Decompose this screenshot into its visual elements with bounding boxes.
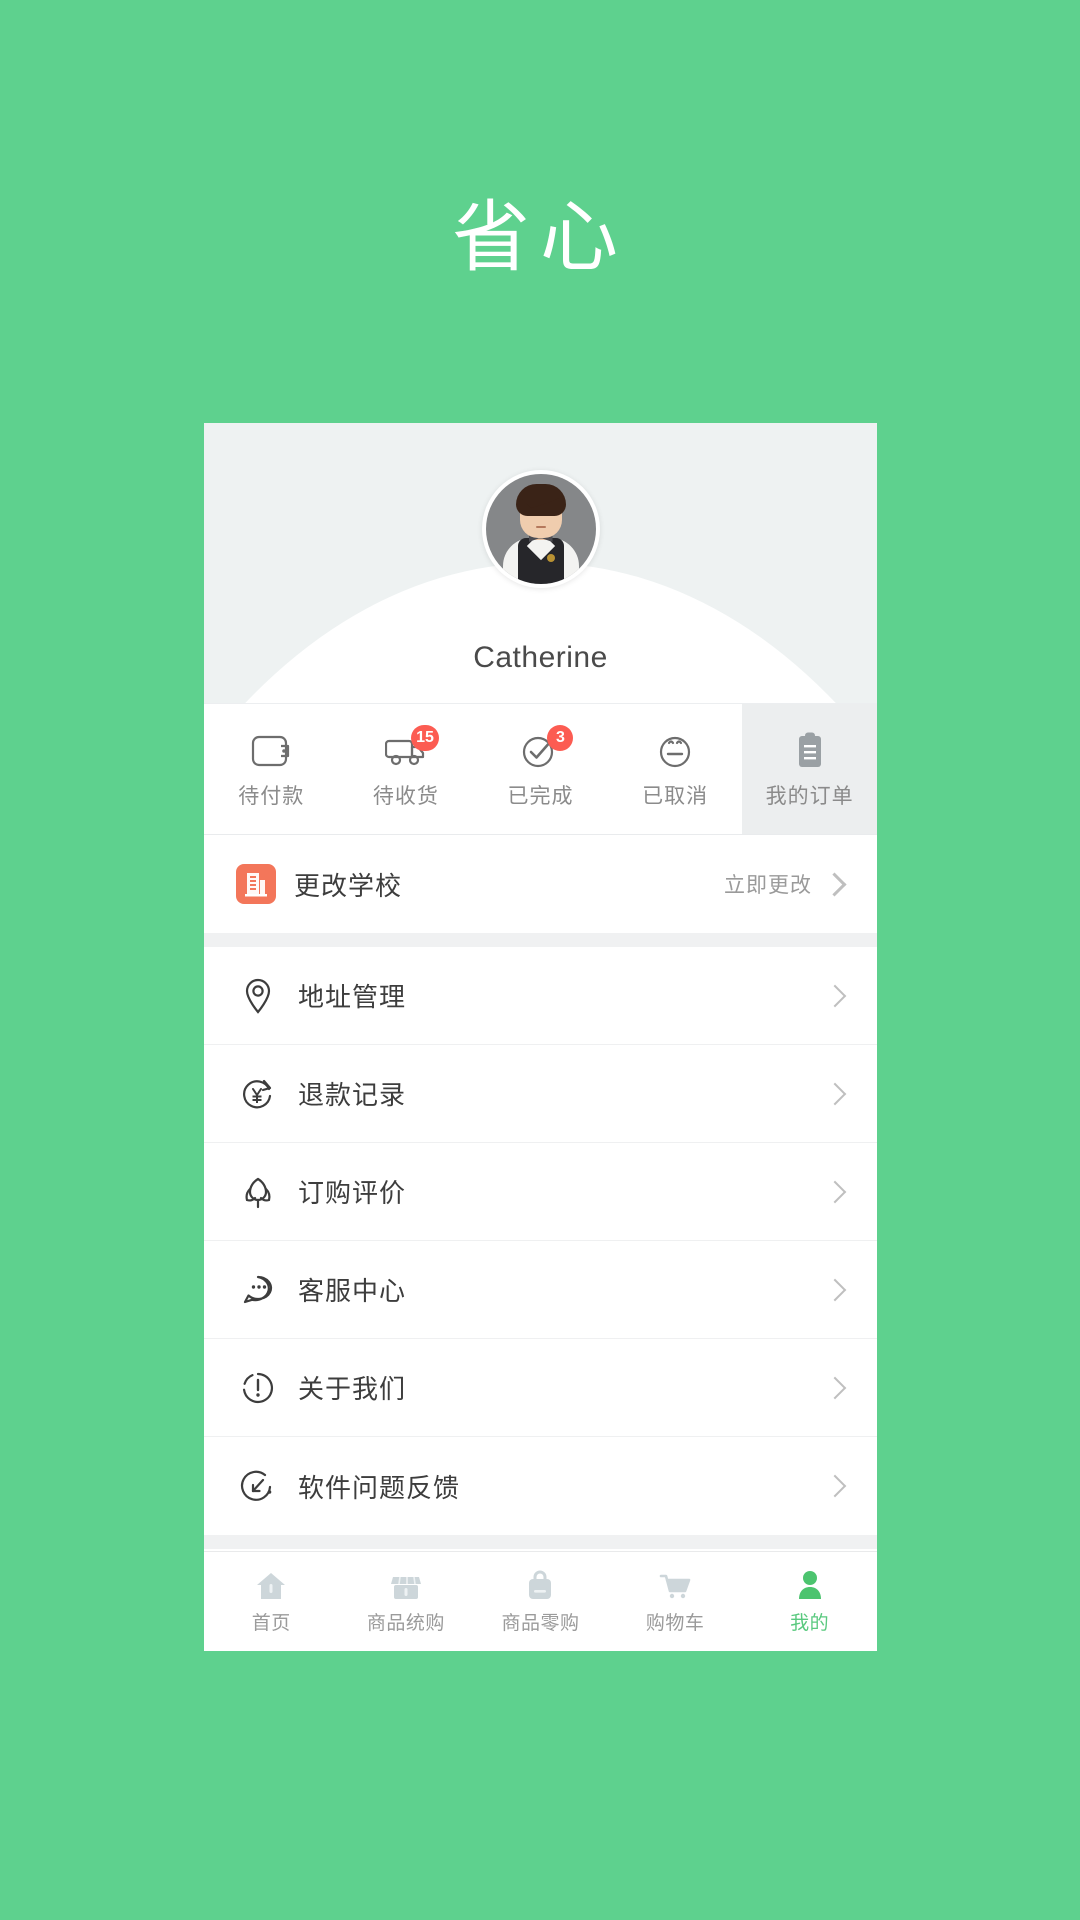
order-tab-badge: 3 [547,725,574,751]
menu-label: 更改学校 [294,870,403,901]
menu-row-refund-records[interactable]: 退款记录 [204,1045,877,1143]
order-tab-label: 我的订单 [765,785,854,808]
avatar-vest [517,531,564,584]
feedback-icon [236,1464,280,1508]
tab-label: 首页 [251,1612,291,1634]
avatar-badge-pin [546,554,555,562]
bottom-navigation: 首页 商品统购 商品零购 购物车 我的 [204,1551,877,1651]
chevron-right-icon [822,871,847,897]
chevron-right-icon [823,1376,847,1399]
order-tab-badge: 15 [411,725,439,751]
menu-label: 关于我们 [298,1374,407,1404]
person-icon [793,1569,827,1603]
tab-home[interactable]: 首页 [204,1552,339,1651]
truck-icon: 15 [383,725,439,774]
chevron-right-icon [823,1278,847,1301]
menu-label: 退款记录 [298,1080,407,1110]
avatar-image [485,474,596,584]
tab-group-purchase[interactable]: 商品统购 [339,1552,474,1651]
tab-shopping-cart[interactable]: 购物车 [608,1552,743,1651]
tab-label: 我的 [790,1612,830,1634]
tab-retail-purchase[interactable]: 商品零购 [473,1552,608,1651]
order-status-bar: 待付款 15 待收货 3 已完成 已取消 我的订单 [204,703,877,835]
username-label: Catherine [473,641,608,674]
order-tab-pending-payment[interactable]: 待付款 [204,704,339,834]
chevron-right-icon [823,1082,847,1105]
wallet-icon [248,728,294,774]
order-tab-completed[interactable]: 3 已完成 [473,704,608,834]
app-screen: Catherine 待付款 15 待收货 3 已完成 已取消 我的订单 更改学校… [204,423,877,1651]
app-logo-text: 省心 [451,193,628,283]
bag-icon [523,1569,557,1603]
menu-label: 客服中心 [298,1276,407,1306]
order-tab-label: 待收货 [372,785,439,808]
chat-bubble-icon [236,1268,280,1312]
cart-icon [658,1569,692,1603]
menu-label: 订购评价 [298,1178,407,1208]
menu-list: 地址管理 退款记录 订购评价 客服中心 关于我们 软件问题反馈 [204,947,877,1535]
bottom-divider [204,1535,877,1549]
building-icon [236,864,276,904]
tab-label: 商品零购 [501,1612,580,1634]
tab-profile[interactable]: 我的 [742,1552,877,1651]
info-circle-icon [236,1366,280,1410]
home-icon [254,1569,288,1603]
avatar[interactable] [481,470,600,588]
menu-row-customer-service[interactable]: 客服中心 [204,1241,877,1339]
order-tab-label: 待付款 [238,785,305,808]
menu-row-change-school[interactable]: 更改学校 立即更改 [204,835,877,933]
change-school-action-label[interactable]: 立即更改 [724,869,812,899]
tab-label: 商品统购 [366,1612,445,1634]
menu-label: 地址管理 [298,982,407,1012]
menu-row-address-management[interactable]: 地址管理 [204,947,877,1045]
section-divider [204,933,877,947]
order-tab-pending-receipt[interactable]: 15 待收货 [339,704,474,834]
menu-label: 软件问题反馈 [298,1472,461,1503]
chevron-right-icon [823,1474,847,1498]
check-circle-icon: 3 [517,725,574,774]
tab-label: 购物车 [645,1612,705,1634]
menu-row-about-us[interactable]: 关于我们 [204,1339,877,1437]
chevron-right-icon [823,1180,847,1203]
store-icon [389,1569,423,1603]
order-tab-label: 已取消 [642,785,709,808]
chevron-right-icon [823,984,847,1007]
profile-header: Catherine [204,423,877,703]
avatar-mouth [535,526,546,528]
refund-yen-icon [236,1072,280,1116]
order-tab-my-orders[interactable]: 我的订单 [742,704,877,834]
neutral-face-icon [652,728,698,774]
menu-row-software-feedback[interactable]: 软件问题反馈 [204,1437,877,1535]
school-section: 更改学校 立即更改 [204,835,877,933]
clipboard-icon [787,728,833,774]
flower-icon [236,1170,280,1214]
avatar-hair [515,484,566,516]
menu-row-order-reviews[interactable]: 订购评价 [204,1143,877,1241]
order-tab-cancelled[interactable]: 已取消 [608,704,743,834]
location-pin-icon [236,974,280,1018]
order-tab-label: 已完成 [507,785,574,808]
